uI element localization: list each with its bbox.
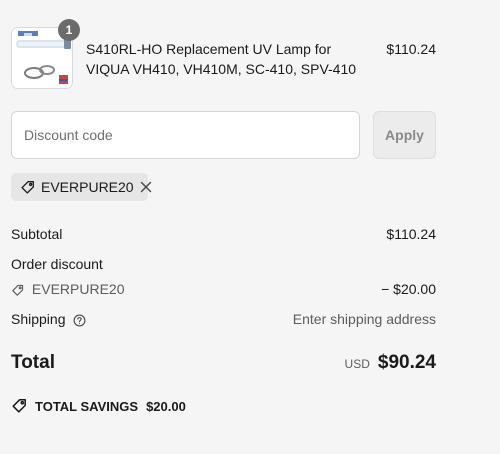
savings-tag-icon bbox=[11, 398, 27, 414]
total-value-group: USD $90.24 bbox=[345, 352, 436, 374]
discount-code-row: EVERPURE20 − $20.00 bbox=[11, 281, 436, 297]
total-label: Total bbox=[11, 352, 55, 373]
discount-code-label: EVERPURE20 bbox=[31, 281, 125, 297]
product-title: S410RL-HO Replacement UV Lamp for VIQUA … bbox=[86, 41, 357, 77]
subtotal-row: Subtotal $110.24 bbox=[11, 226, 436, 242]
savings-label: TOTAL SAVINGS bbox=[35, 398, 139, 414]
total-savings: TOTAL SAVINGS $20.00 bbox=[11, 398, 186, 414]
savings-value: $20.00 bbox=[146, 398, 186, 414]
discount-code-input[interactable] bbox=[11, 111, 360, 159]
tag-icon bbox=[20, 180, 35, 195]
applied-discount-tag: EVERPURE20 bbox=[11, 173, 151, 201]
subtotal-label: Subtotal bbox=[11, 226, 63, 242]
order-discount-row: Order discount bbox=[11, 256, 436, 272]
product-row: 1 S410RL-HO Replacement UV Lamp for VIQU… bbox=[11, 19, 436, 89]
discount-value: − $20.00 bbox=[381, 281, 436, 297]
shipping-value: Enter shipping address bbox=[292, 311, 436, 327]
product-price: $110.24 bbox=[386, 41, 436, 57]
tag-icon bbox=[11, 284, 24, 297]
apply-discount-button[interactable]: Apply bbox=[373, 111, 436, 159]
quantity-badge: 1 bbox=[58, 19, 80, 41]
applied-code-label: EVERPURE20 bbox=[41, 179, 134, 195]
total-currency: USD bbox=[344, 357, 370, 371]
shipping-row: Shipping Enter shipping address bbox=[11, 311, 436, 327]
shipping-help-icon[interactable] bbox=[73, 314, 86, 327]
subtotal-value: $110.24 bbox=[386, 226, 436, 242]
remove-discount-close-icon[interactable] bbox=[140, 181, 152, 193]
total-amount: $90.24 bbox=[377, 352, 436, 373]
order-discount-label: Order discount bbox=[11, 256, 103, 272]
shipping-label: Shipping bbox=[11, 311, 66, 327]
